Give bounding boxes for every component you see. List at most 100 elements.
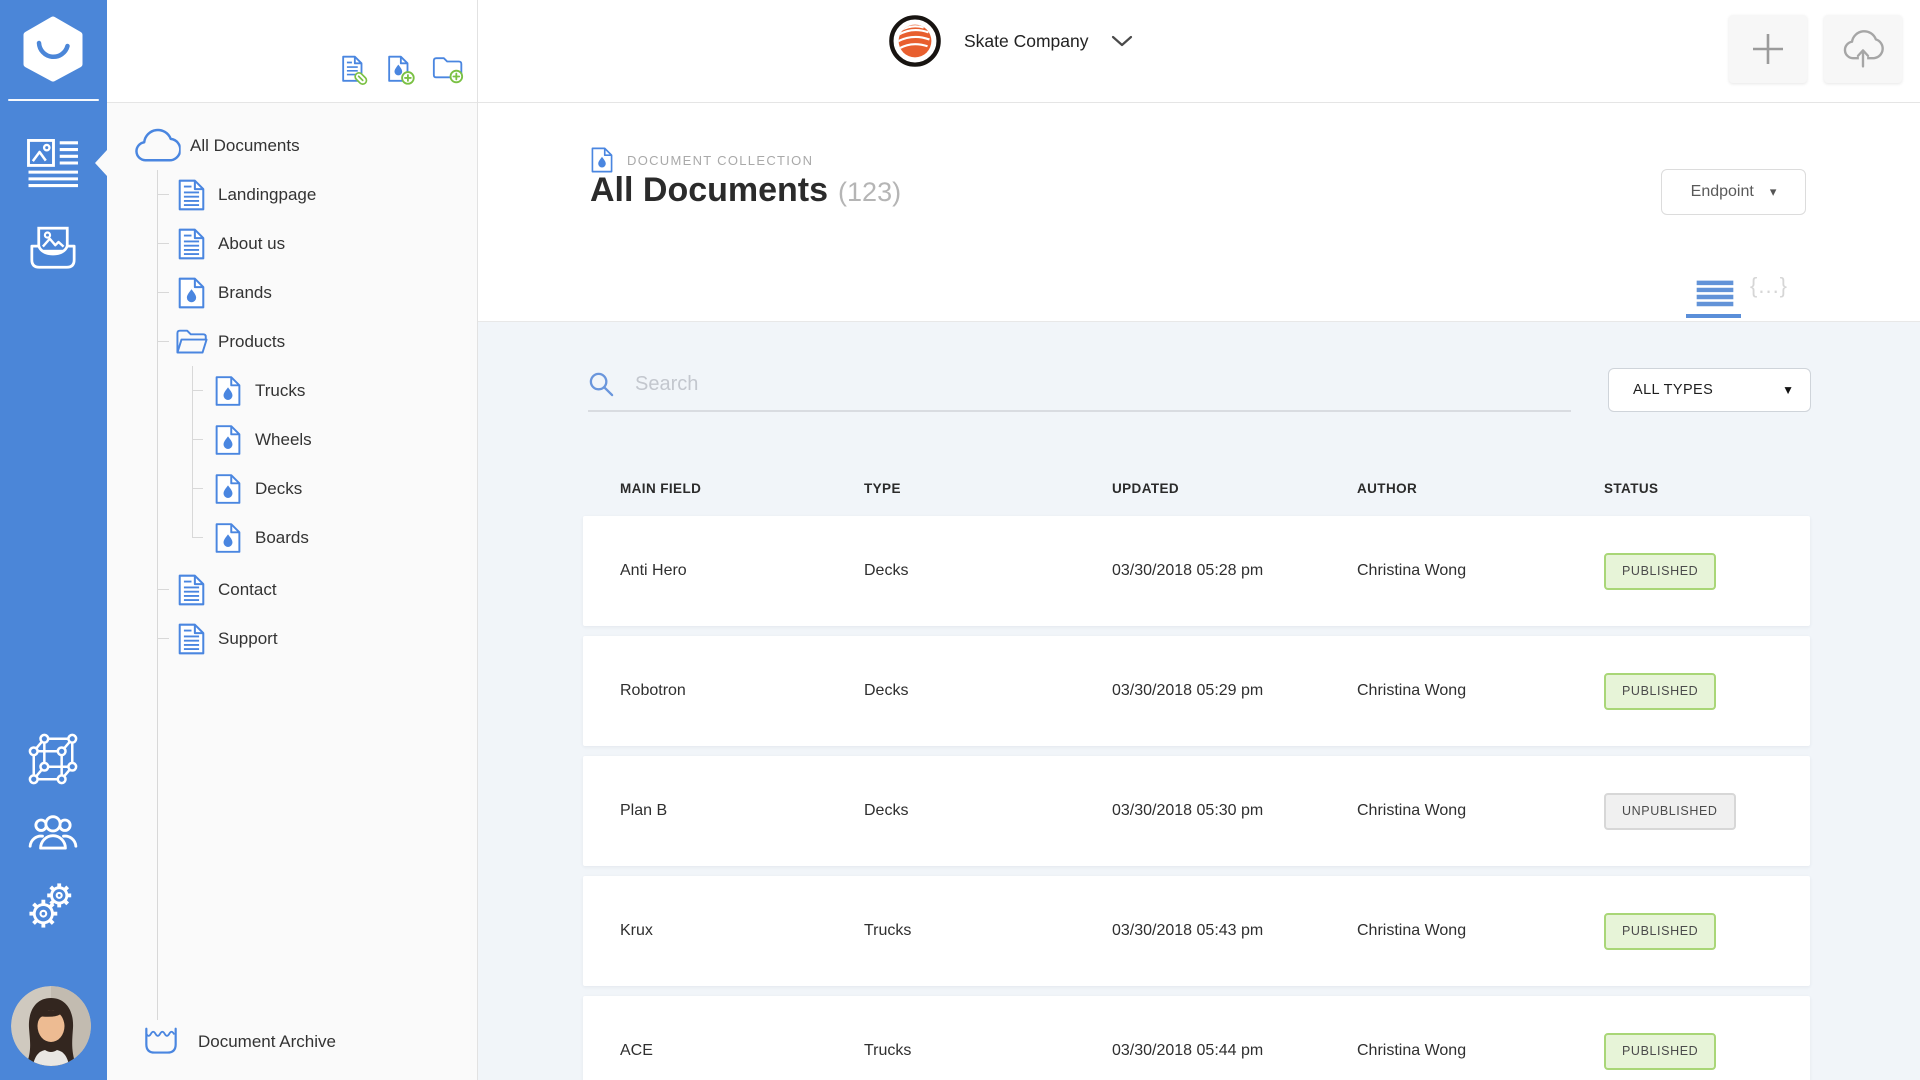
avatar-photo — [11, 986, 91, 1066]
create-document-button[interactable] — [1729, 15, 1807, 83]
table-row[interactable]: Krux Trucks 03/30/2018 05:43 pm Christin… — [583, 876, 1810, 986]
tree-item-trucks[interactable]: Trucks — [215, 374, 305, 408]
status-badge: PUBLISHED — [1604, 912, 1717, 950]
table-row[interactable]: Plan B Decks 03/30/2018 05:30 pm Christi… — [583, 756, 1810, 866]
cloud-icon — [133, 128, 181, 164]
table-header-row: MAIN FIELD TYPE UPDATED AUTHOR STATUS — [583, 468, 1810, 508]
cell-updated: 03/30/2018 05:30 pm — [1112, 802, 1264, 819]
tree-item-all-documents[interactable]: All Documents — [133, 129, 300, 163]
tree-item-support[interactable]: Support — [178, 622, 278, 656]
company-name: Skate Company — [964, 30, 1089, 51]
tree-item-label: Contact — [218, 580, 277, 599]
cell-updated: 03/30/2018 05:29 pm — [1112, 682, 1264, 699]
nav-schema[interactable] — [27, 733, 79, 790]
folder-open-icon — [175, 328, 209, 356]
collection-type-icon — [591, 147, 613, 173]
gear-icon — [29, 883, 72, 928]
tree-tick — [157, 638, 169, 639]
nav-settings[interactable] — [27, 881, 77, 934]
content-area: ALL TYPES ▼ MAIN FIELD TYPE UPDATED AUTH… — [478, 322, 1920, 1080]
document-icon — [178, 179, 205, 211]
column-header: UPDATED — [1112, 480, 1180, 496]
tree-item-contact[interactable]: Contact — [178, 573, 277, 607]
add-folder-button[interactable] — [432, 54, 464, 89]
document-archive[interactable]: Document Archive — [142, 1025, 336, 1059]
company-selector[interactable]: Skate Company — [888, 13, 1133, 69]
table-row[interactable]: ACE Trucks 03/30/2018 05:44 pm Christina… — [583, 996, 1810, 1080]
link-document-button[interactable] — [339, 54, 369, 91]
tree-item-label: Trucks — [255, 381, 306, 400]
nav-team[interactable] — [28, 810, 78, 855]
endpoint-label: Endpoint — [1690, 183, 1754, 200]
active-view-underline — [1686, 314, 1741, 318]
collection-count: (123) — [838, 177, 902, 207]
status-badge: PUBLISHED — [1604, 552, 1717, 590]
cell-main-field: Krux — [620, 922, 653, 939]
status-badge: UNPUBLISHED — [1604, 792, 1736, 830]
tree-tick — [192, 390, 203, 391]
document-icon — [178, 574, 205, 606]
asset-document-icon — [215, 473, 241, 505]
nav-content-active[interactable] — [27, 139, 79, 193]
active-nav-notch — [95, 150, 107, 176]
type-filter-value: ALL TYPES — [1633, 382, 1714, 398]
app-logo[interactable] — [20, 16, 86, 87]
tree-item-decks[interactable]: Decks — [215, 472, 302, 506]
upload-button[interactable] — [1824, 15, 1902, 83]
add-asset-button[interactable] — [385, 54, 415, 91]
collection-kicker: DOCUMENT COLLECTION — [591, 147, 813, 173]
table-row[interactable]: Anti Hero Decks 03/30/2018 05:28 pm Chri… — [583, 516, 1810, 626]
tree-item-products[interactable]: Products — [175, 325, 285, 359]
tree-tick — [157, 194, 169, 195]
cell-type: Decks — [864, 682, 909, 699]
type-filter-select[interactable]: ALL TYPES ▼ — [1608, 368, 1811, 412]
archive-bucket-icon — [142, 1026, 180, 1059]
tree-item-brands[interactable]: Brands — [178, 276, 272, 310]
column-header: STATUS — [1604, 480, 1659, 496]
json-view-toggle[interactable]: {...} — [1750, 273, 1788, 299]
add-folder-icon — [432, 57, 464, 84]
rail-divider — [8, 99, 99, 101]
collection-header: DOCUMENT COLLECTION All Documents (123) E… — [478, 103, 1920, 322]
search-input[interactable] — [633, 371, 1571, 397]
list-view-toggle[interactable] — [1695, 280, 1735, 312]
cell-author: Christina Wong — [1357, 1042, 1467, 1059]
nav-media[interactable] — [30, 226, 76, 274]
tree-item-label: Support — [218, 629, 278, 648]
tree-sub-connector-line — [192, 366, 193, 538]
cell-type: Trucks — [864, 922, 912, 939]
caret-down-filled-icon: ▼ — [1782, 383, 1794, 397]
users-icon — [28, 815, 78, 850]
tree-item-wheels[interactable]: Wheels — [215, 423, 312, 457]
asset-document-icon — [178, 277, 205, 309]
tree-item-label: Products — [218, 332, 286, 351]
chevron-down-icon — [1111, 35, 1132, 47]
tree-item-about-us[interactable]: About us — [178, 227, 285, 261]
tree-item-boards[interactable]: Boards — [215, 521, 309, 555]
tree-item-label: Boards — [255, 528, 309, 547]
search-icon — [589, 372, 614, 396]
app-window: All Documents Landingpage About us Brand… — [0, 0, 1920, 1080]
tree-item-label: All Documents — [190, 136, 300, 155]
tree-item-landingpage[interactable]: Landingpage — [178, 178, 316, 212]
tree-tick — [157, 292, 169, 293]
tree-tick — [157, 589, 169, 590]
user-avatar[interactable] — [11, 986, 91, 1066]
page-title: All Documents (123) — [590, 171, 901, 210]
company-logo-icon — [889, 15, 941, 67]
tree-tick — [157, 341, 169, 342]
column-header: AUTHOR — [1357, 480, 1418, 496]
add-asset-icon — [388, 55, 415, 85]
list-view-icon — [1696, 280, 1734, 307]
cell-updated: 03/30/2018 05:28 pm — [1112, 562, 1264, 579]
cell-author: Christina Wong — [1357, 922, 1467, 939]
tree-tick — [157, 243, 169, 244]
endpoint-button[interactable]: Endpoint ▾ — [1661, 169, 1806, 215]
collection-title-text: All Documents — [590, 171, 829, 209]
asset-document-icon — [215, 424, 241, 456]
table-row[interactable]: Robotron Decks 03/30/2018 05:29 pm Chris… — [583, 636, 1810, 746]
tree-tick — [192, 488, 203, 489]
media-tray-icon — [30, 226, 76, 269]
cell-updated: 03/30/2018 05:43 pm — [1112, 922, 1264, 939]
main-area: Skate Company DOCUMENT COLLECTION All Do… — [478, 0, 1920, 1080]
